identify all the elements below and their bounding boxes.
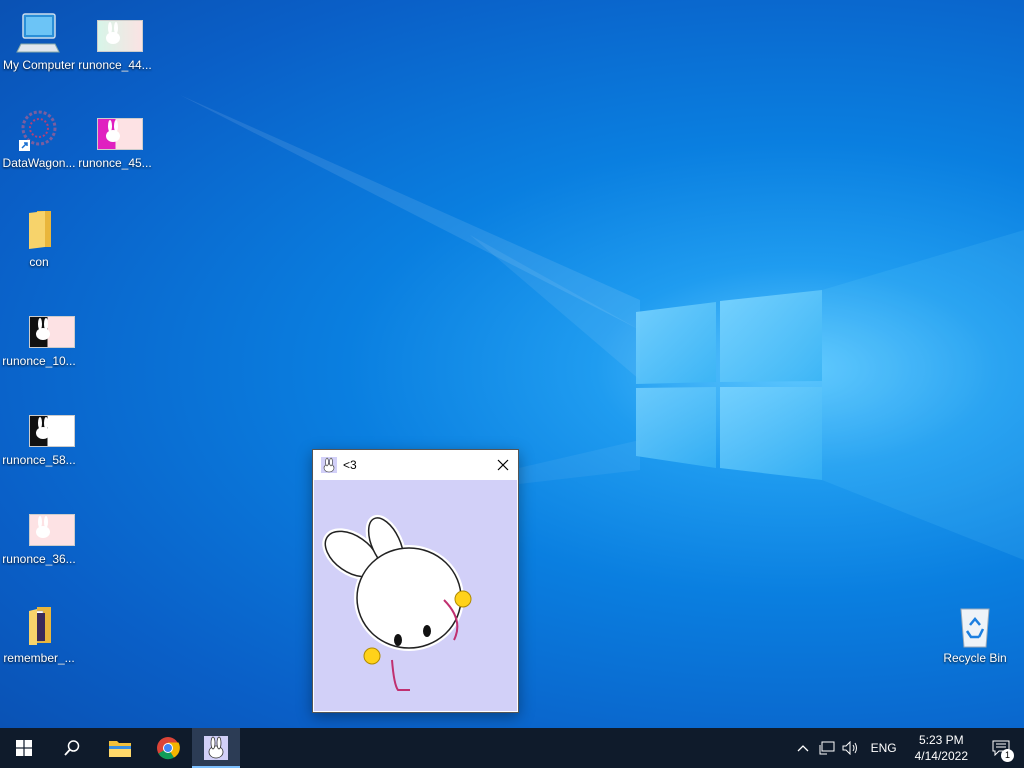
desktop-icon-label: Recycle Bin bbox=[943, 651, 1007, 665]
folder-with-files-icon bbox=[15, 601, 63, 649]
show-hidden-icons-button[interactable] bbox=[791, 744, 815, 752]
desktop-icon-label: con bbox=[29, 255, 49, 269]
window-title: <3 bbox=[343, 458, 357, 472]
windows-start-icon bbox=[16, 740, 32, 756]
language-indicator[interactable]: ENG bbox=[863, 741, 905, 755]
close-icon bbox=[497, 459, 509, 471]
desktop-icon-runonce-44[interactable]: runonce_44... bbox=[77, 8, 153, 72]
folder-icon bbox=[15, 205, 63, 253]
desktop-icon-datawagon[interactable]: DataWagon... bbox=[1, 106, 77, 170]
taskbar-file-explorer[interactable] bbox=[96, 728, 144, 768]
speaker-icon bbox=[842, 741, 857, 755]
desktop-icon-label: runonce_58... bbox=[2, 453, 76, 467]
desktop-icon-label: DataWagon... bbox=[2, 156, 76, 170]
clock-time: 5:23 PM bbox=[918, 733, 964, 747]
taskbar-bunny-app[interactable] bbox=[192, 728, 240, 768]
windows-logo-wallpaper bbox=[636, 290, 822, 480]
window-titlebar[interactable]: <3 bbox=[313, 450, 518, 480]
clock[interactable]: 5:23 PM 4/14/2022 bbox=[905, 732, 978, 764]
search-button[interactable] bbox=[48, 728, 96, 768]
close-button[interactable] bbox=[488, 450, 518, 480]
desktop-icon-recycle-bin[interactable]: Recycle Bin bbox=[937, 601, 1013, 665]
network-icon bbox=[819, 741, 835, 755]
desktop-icon-label: runonce_10... bbox=[2, 354, 76, 368]
file-explorer-icon bbox=[109, 741, 131, 757]
volume-button[interactable] bbox=[839, 741, 863, 755]
network-button[interactable] bbox=[815, 741, 839, 755]
desktop-icon-my-computer[interactable]: My Computer bbox=[1, 8, 77, 72]
window-content bbox=[314, 480, 517, 711]
taskbar: ENG 5:23 PM 4/14/2022 1 bbox=[0, 728, 1024, 768]
action-center-button[interactable]: 1 bbox=[978, 728, 1024, 768]
computer-icon bbox=[15, 8, 63, 56]
desktop-icon-runonce-10[interactable]: runonce_10... bbox=[1, 304, 77, 368]
bunny-illustration bbox=[322, 514, 472, 691]
desktop-icon-runonce-58[interactable]: runonce_58... bbox=[1, 403, 77, 467]
desktop-icon-label: My Computer bbox=[2, 58, 76, 72]
desktop-icon-label: runonce_36... bbox=[2, 552, 76, 566]
bunny-app-icon bbox=[321, 457, 337, 473]
clock-date: 4/14/2022 bbox=[914, 749, 968, 763]
image-file-icon bbox=[91, 106, 143, 154]
desktop-icon-runonce-45[interactable]: runonce_45... bbox=[77, 106, 153, 170]
start-button[interactable] bbox=[0, 728, 48, 768]
desktop-icon-con[interactable]: con bbox=[1, 205, 77, 269]
search-icon bbox=[64, 740, 80, 756]
desktop-icon-label: runonce_44... bbox=[78, 58, 152, 72]
datawagon-shortcut-icon bbox=[15, 106, 63, 154]
desktop-icon-label: remember_... bbox=[3, 651, 75, 665]
image-file-icon bbox=[91, 8, 143, 56]
desktop-icon-runonce-36[interactable]: runonce_36... bbox=[1, 502, 77, 566]
image-file-icon bbox=[15, 502, 75, 550]
recycle-bin-icon bbox=[951, 601, 999, 649]
app-window[interactable]: <3 bbox=[312, 449, 519, 713]
bunny-app-icon bbox=[204, 736, 228, 760]
chevron-up-icon bbox=[797, 745, 809, 752]
notification-count-badge: 1 bbox=[1001, 749, 1014, 762]
desktop-icon-label: runonce_45... bbox=[78, 156, 152, 170]
chrome-icon bbox=[157, 737, 180, 760]
taskbar-chrome[interactable] bbox=[144, 728, 192, 768]
desktop-icon-remember[interactable]: remember_... bbox=[1, 601, 77, 665]
system-tray: ENG 5:23 PM 4/14/2022 1 bbox=[791, 728, 1024, 768]
image-file-icon bbox=[15, 304, 75, 352]
image-file-icon bbox=[15, 403, 75, 451]
